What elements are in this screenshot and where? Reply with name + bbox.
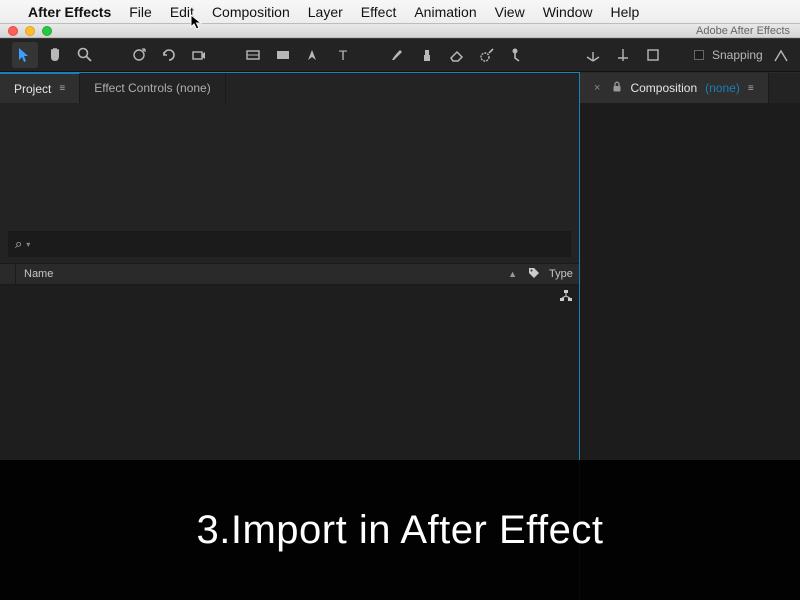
panel-menu-icon[interactable]: ≡ (59, 83, 65, 94)
app-menu[interactable]: After Effects (28, 4, 111, 20)
hand-tool-icon[interactable] (42, 42, 68, 68)
view-axis-mode-icon[interactable] (640, 42, 666, 68)
world-axis-mode-icon[interactable] (610, 42, 636, 68)
chevron-down-icon[interactable]: ▾ (26, 240, 30, 249)
tab-composition-label: Composition (630, 81, 697, 95)
column-type-header[interactable]: Type (545, 268, 579, 280)
sort-asc-icon[interactable]: ▲ (508, 269, 517, 279)
menu-effect[interactable]: Effect (361, 4, 397, 20)
menu-view[interactable]: View (495, 4, 525, 20)
caption-text: 3.Import in After Effect (197, 508, 604, 553)
close-icon[interactable]: × (594, 82, 600, 94)
column-name-label: Name (24, 268, 53, 280)
composition-tab-row: × Composition (none) ≡ (580, 73, 800, 103)
snapping-label: Snapping (712, 48, 763, 62)
menu-layer[interactable]: Layer (308, 4, 343, 20)
svg-text:T: T (339, 47, 348, 63)
camera-tool-icon[interactable] (186, 42, 212, 68)
window-minimize-button[interactable] (25, 26, 35, 36)
zoom-tool-icon[interactable] (72, 42, 98, 68)
menu-window[interactable]: Window (543, 4, 593, 20)
rectangle-tool-icon[interactable] (270, 42, 296, 68)
window-titlebar: Adobe After Effects (0, 24, 800, 38)
type-tool-icon[interactable]: T (330, 42, 356, 68)
window-title: Adobe After Effects (696, 25, 792, 37)
column-name-header[interactable]: Name ▲ (16, 268, 523, 280)
tag-icon (528, 267, 540, 279)
project-search-field[interactable] (34, 237, 564, 251)
clone-stamp-tool-icon[interactable] (414, 42, 440, 68)
column-blank (0, 264, 16, 284)
puppet-pin-tool-icon[interactable] (504, 42, 530, 68)
rotation-tool-icon[interactable] (156, 42, 182, 68)
pan-behind-tool-icon[interactable] (240, 42, 266, 68)
menu-animation[interactable]: Animation (414, 4, 476, 20)
tab-composition-none: (none) (705, 81, 740, 95)
snapping-checkbox[interactable] (694, 50, 704, 60)
pen-tool-icon[interactable] (300, 42, 326, 68)
menu-file[interactable]: File (129, 4, 152, 20)
window-zoom-button[interactable] (42, 26, 52, 36)
column-label-header[interactable] (523, 267, 545, 282)
window-close-button[interactable] (8, 26, 18, 36)
tab-project-label: Project (14, 82, 51, 96)
local-axis-mode-icon[interactable] (580, 42, 606, 68)
ae-toolbar: T Snapping (0, 38, 800, 72)
project-columns-header: Name ▲ Type (0, 263, 579, 285)
lock-icon[interactable] (612, 81, 622, 95)
project-search-input[interactable]: ⌕ ▾ (8, 231, 571, 257)
tab-project[interactable]: Project ≡ (0, 73, 80, 103)
search-icon: ⌕ (15, 236, 22, 252)
panel-menu-icon[interactable]: ≡ (748, 83, 754, 94)
tab-composition[interactable]: × Composition (none) ≡ (580, 73, 769, 103)
column-type-label: Type (549, 268, 573, 280)
flowchart-icon[interactable] (559, 289, 573, 306)
mac-menubar: After Effects File Edit Composition Laye… (0, 0, 800, 24)
tab-effect-controls-label: Effect Controls (none) (94, 81, 211, 95)
roto-brush-tool-icon[interactable] (474, 42, 500, 68)
menu-composition[interactable]: Composition (212, 4, 290, 20)
tab-effect-controls[interactable]: Effect Controls (none) (80, 73, 226, 103)
project-thumbnail-area (0, 103, 579, 231)
menu-edit[interactable]: Edit (170, 4, 194, 20)
orbit-tool-icon[interactable] (126, 42, 152, 68)
menu-help[interactable]: Help (611, 4, 640, 20)
project-tab-row: Project ≡ Effect Controls (none) (0, 73, 579, 103)
tutorial-caption: 3.Import in After Effect (0, 460, 800, 600)
snapping-options-icon[interactable] (771, 45, 791, 65)
selection-tool-icon[interactable] (12, 42, 38, 68)
eraser-tool-icon[interactable] (444, 42, 470, 68)
brush-tool-icon[interactable] (384, 42, 410, 68)
